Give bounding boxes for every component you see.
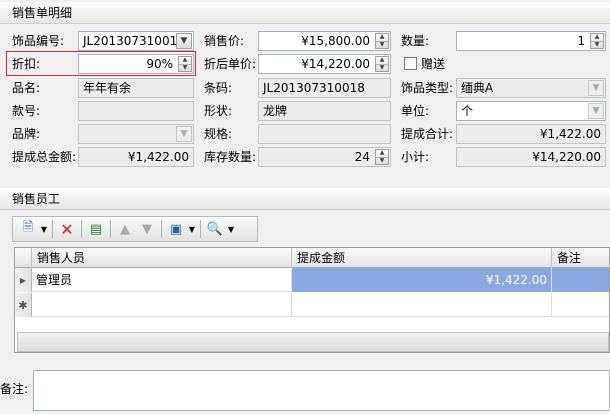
shape-value: 龙牌 <box>263 104 288 118</box>
toolbar-separator <box>110 220 111 238</box>
column-header-note[interactable]: 备注 <box>552 248 609 268</box>
unit-label: 单位: <box>401 104 430 118</box>
column-header-salesperson[interactable]: 销售人员 <box>32 248 292 268</box>
product-name-field: 年年有余 <box>78 78 194 98</box>
new-document-icon[interactable]: 🗎 <box>17 219 39 239</box>
product-name-label: 品名: <box>12 81 41 95</box>
spec-label: 规格: <box>204 127 233 141</box>
note-textarea[interactable] <box>33 370 610 411</box>
move-up-icon[interactable]: ▲ <box>114 219 136 239</box>
row-indicator-arrow-icon: ▶ <box>15 268 32 292</box>
quantity-label: 数量: <box>401 34 430 48</box>
section-title-sale-detail: 销售单明细 <box>0 2 610 24</box>
style-no-label: 款号: <box>12 104 41 118</box>
toolbar-separator <box>161 220 162 238</box>
discounted-price-input[interactable]: ¥14,220.00 ▲ ▼ <box>258 54 391 74</box>
shape-field: 龙牌 <box>258 101 391 121</box>
jewelry-type-value: 缅典A <box>461 81 494 95</box>
sale-price-value: ¥15,800.00 <box>301 34 370 48</box>
jewelry-type-combo[interactable]: 缅典A ▼ <box>456 78 606 98</box>
discounted-price-label: 折后单价: <box>204 57 257 71</box>
unit-value: 个 <box>461 104 474 118</box>
spin-arrows-icon[interactable]: ▲ ▼ <box>590 33 604 49</box>
barcode-field: JL201307310018 <box>258 78 391 98</box>
chevron-down-icon[interactable]: ▼ <box>176 33 192 49</box>
chevron-down-icon[interactable]: ▼ <box>588 80 604 96</box>
export-icon[interactable]: ▤ <box>85 219 107 239</box>
table-row[interactable]: ▶ 管理员 ¥1,422.00 <box>15 268 609 292</box>
new-note-cell[interactable] <box>552 293 609 317</box>
brand-combo[interactable]: ▼ <box>78 124 194 144</box>
commission-amount-value: ¥1,422.00 <box>127 150 189 164</box>
discount-value: 90% <box>146 57 173 71</box>
delete-x-icon[interactable]: ✕ <box>56 219 78 239</box>
quantity-input[interactable]: 1 ▲ ▼ <box>456 31 606 51</box>
stock-qty-value: 24 <box>354 150 370 164</box>
staff-toolbar: 🗎 ▼ ✕ ▤ ▲ ▼ ▣ ▼ 🔍 ▼ <box>12 216 258 242</box>
commission-total-value: ¥1,422.00 <box>539 127 601 141</box>
new-row[interactable]: ✱ <box>15 293 609 317</box>
grid-corner <box>15 248 32 268</box>
style-no-field <box>78 101 194 121</box>
brand-label: 品牌: <box>12 127 41 141</box>
quantity-value: 1 <box>577 34 585 48</box>
spec-field <box>258 124 391 144</box>
discount-input[interactable]: 90% ▲ ▼ <box>78 54 194 74</box>
toolbar-separator <box>52 220 53 238</box>
stock-qty-field: 24 ▲ ▼ <box>258 147 391 167</box>
spin-arrows-icon[interactable]: ▲ ▼ <box>375 149 389 165</box>
barcode-value: JL201307310018 <box>263 81 365 95</box>
spin-arrows-icon[interactable]: ▲ ▼ <box>178 56 192 72</box>
shape-label: 形状: <box>204 104 233 118</box>
item-code-value: JL201307310018 <box>83 34 185 48</box>
stock-qty-label: 库存数量: <box>204 150 257 164</box>
commission-amount-label: 提成总金额: <box>12 150 77 164</box>
subtotal-field: ¥14,220.00 <box>456 147 606 167</box>
staff-grid: 销售人员 提成金额 备注 ▶ 管理员 ¥1,422.00 ✱ <box>14 247 610 353</box>
new-salesperson-cell[interactable] <box>32 293 292 317</box>
discounted-price-value: ¥14,220.00 <box>301 57 370 71</box>
commission-amount-field: ¥1,422.00 <box>78 147 194 167</box>
toolbar-separator <box>81 220 82 238</box>
print-preview-icon[interactable]: 🔍 <box>204 219 226 239</box>
print-dropdown-chevron-icon[interactable]: ▼ <box>226 219 236 239</box>
subtotal-label: 小计: <box>401 150 430 164</box>
new-row-asterisk-icon: ✱ <box>15 293 32 317</box>
grid-header: 销售人员 提成金额 备注 <box>15 248 609 268</box>
toolbar-separator <box>200 220 201 238</box>
subtotal-value: ¥14,220.00 <box>532 150 601 164</box>
chevron-down-icon[interactable]: ▼ <box>588 103 604 119</box>
commission-cell[interactable]: ¥1,422.00 <box>292 268 552 292</box>
spin-arrows-icon[interactable]: ▲ ▼ <box>375 56 389 72</box>
barcode-label: 条码: <box>204 81 233 95</box>
note-label: 备注: <box>0 382 29 396</box>
product-name-value: 年年有余 <box>83 81 132 95</box>
spin-arrows-icon[interactable]: ▲ ▼ <box>375 33 389 49</box>
discount-label: 折扣: <box>12 57 41 71</box>
sale-price-label: 销售价: <box>204 34 245 48</box>
unit-combo[interactable]: 个 ▼ <box>456 101 606 121</box>
new-commission-cell[interactable] <box>292 293 552 317</box>
grid-footer-bar <box>17 332 609 352</box>
gift-label: 赠送 <box>421 57 446 71</box>
new-dropdown-chevron-icon[interactable]: ▼ <box>39 219 49 239</box>
commission-total-field: ¥1,422.00 <box>456 124 606 144</box>
section-title-sales-staff: 销售员工 <box>0 188 610 210</box>
jewelry-type-label: 饰品类型: <box>401 81 454 95</box>
item-code-combo[interactable]: JL201307310018 ▼ <box>78 31 194 51</box>
save-disk-icon[interactable]: ▣ <box>165 219 187 239</box>
note-cell[interactable] <box>552 268 609 292</box>
item-code-label: 饰品编号: <box>12 34 65 48</box>
salesperson-cell[interactable]: 管理员 <box>32 268 292 292</box>
column-header-commission[interactable]: 提成金额 <box>292 248 552 268</box>
move-down-icon[interactable]: ▼ <box>136 219 158 239</box>
chevron-down-icon[interactable]: ▼ <box>176 126 192 142</box>
commission-total-label: 提成合计: <box>401 127 454 141</box>
gift-checkbox[interactable] <box>404 57 417 70</box>
save-dropdown-chevron-icon[interactable]: ▼ <box>187 219 197 239</box>
sale-price-input[interactable]: ¥15,800.00 ▲ ▼ <box>258 31 391 51</box>
